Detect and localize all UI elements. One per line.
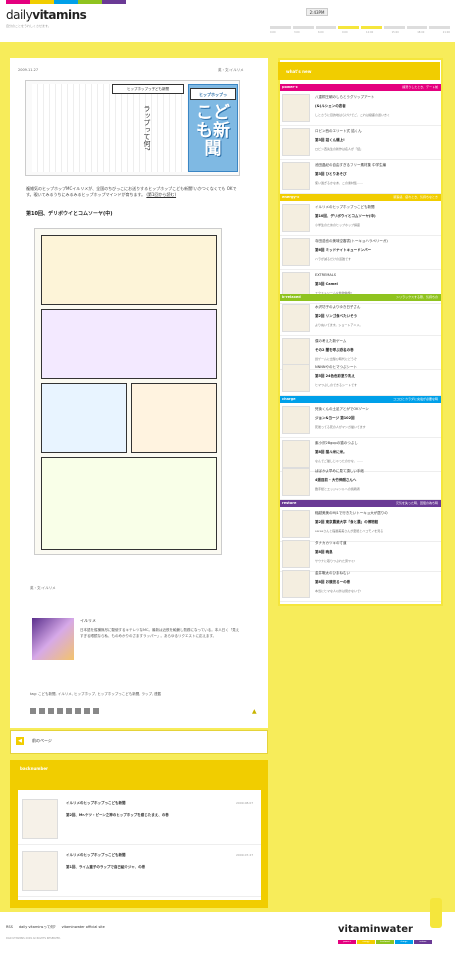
sidebar-item[interactable]: 死後くんの土足アとがでOKゾーン ジョン&ヨージ 第102回 死後ってる死の人がマン… <box>280 404 441 438</box>
copyright: DAILYVITAMINS 2009 All RIGHTS RESERVED. <box>6 937 61 940</box>
backnumber-date: 2009.07.27 <box>236 853 254 857</box>
flavor-strip: power-c energy b-relaxed charge restore <box>338 940 432 944</box>
backnumber-episode[interactable]: 第2回、Mr.ケツ・ピーン之神のヒップホップを感じたまえ、の巻 <box>66 813 169 818</box>
vitaminwater-logo[interactable]: vitaminwater <box>338 924 413 935</box>
backnumber-thumbnail[interactable] <box>22 851 58 891</box>
sidebar-item[interactable]: 稲越美美のMJ1で行きたいトーキョ大が居りの 第2回 東京農業大学「食と農」の博物… <box>280 508 441 542</box>
sidebar-item[interactable]: ばばかよ早めに見て頂しい手紙 4週目前 - 大竹伸朗さんへ 難手紙とエッジャンルへの… <box>280 466 441 500</box>
hero-badge: ヒップホップっ子ども新聞 <box>112 84 184 94</box>
backnumber-episode[interactable]: 第1回、ライム童子のラップで自己紹介ジャ、の巻 <box>66 865 145 870</box>
scroll-top-icon[interactable]: ▲ <box>252 708 257 715</box>
section-charge[interactable]: charge ココロとカラダに充電が必要な時 <box>280 396 441 403</box>
sidebar-item[interactable]: 八重桐王朝のしらとうグリップアート (&)ルシェンの恋者 しとさうに目的地はらけけで… <box>280 92 441 126</box>
backnumber-item[interactable]: イルリメのヒップホップっこども新聞 2009.07.27 第1回、ライム童子のラ… <box>18 845 261 897</box>
share-icon[interactable] <box>84 708 90 714</box>
section-b-relaxed[interactable]: b-relaxed ＞リラックスする際、気持ちの <box>280 294 441 301</box>
sidebar-item[interactable]: 寺田浩也の美味空審書(トーキョハラペリーガ) 第6回 ミッドナイトキュードンバーハ… <box>280 236 441 270</box>
newspaper-title: こども新聞 <box>196 103 230 159</box>
article-description: 複雑気のヒップホップMCイルリメが、全国のちびっこにお送りするヒップホップこども… <box>26 186 237 197</box>
share-icons[interactable] <box>30 708 99 714</box>
comic-strip <box>34 228 222 555</box>
hero-body-text <box>32 84 187 172</box>
sidebar-item[interactable]: タナカカツキの寸道 第8回 晩息 サウナに取りつぶれた男ヤミ! <box>280 538 441 572</box>
share-icon[interactable] <box>39 708 45 714</box>
prev-page-label[interactable]: 前のページ <box>32 738 52 744</box>
timeline[interactable]: 2:43PM 0:00 3:00 6:00 9:00 12:00 15:00 18:00 21… <box>270 8 450 36</box>
timeline-bars[interactable] <box>270 26 450 29</box>
episode-title: 第10回、デリボウイとコムソーヤ(中) <box>26 211 113 217</box>
official-site-link[interactable]: vitaminwater official site <box>62 925 105 930</box>
backnumber-series[interactable]: イルリメのヒップホップっこども新聞 <box>66 801 126 806</box>
sidebar-item[interactable]: イルリメのヒップホップっこども新聞 第10回、デリボウイとコムソーヤ(中) 小学生の… <box>280 202 441 236</box>
backnumber-date: 2009.08.07 <box>236 801 254 805</box>
chevron-left-icon[interactable]: ◀ <box>16 737 24 745</box>
author-bio: 日本語を縦横無尽に駆使するキテレツなMC。最新は近鉄を軸兼し勤務になっている。本… <box>80 628 240 638</box>
rss-link[interactable]: RSS <box>6 925 13 930</box>
sidebar-item[interactable]: 金井戦太のひまねむい 第8回 お競技るーの巻 本当にヒマな人以外は閉かないで! <box>280 568 441 602</box>
first-episode-link[interactable]: (第1回から読む) <box>146 192 176 197</box>
whats-new-title: what's new <box>286 69 312 74</box>
section-power-c[interactable]: power-c 練習りしたとき、デート前 <box>280 84 441 91</box>
byline-bottom: 英・文:イルリメ <box>30 586 56 590</box>
sidebar-item[interactable]: ロビン西のエリート式 詰くん 第3回 詰くん爆上! ロビン西先生の新作は名人が「詰」 <box>280 126 441 160</box>
timeline-ticks: 0:00 3:00 6:00 9:00 12:00 15:00 18:00 21:00 <box>270 31 450 34</box>
sidebar-item[interactable]: NNNNやのヒマつぶシート 第5回 24色色彩塗り乳え ヒマつぶしのできるシートです <box>280 362 441 396</box>
tag-list[interactable]: tag: こども新聞, イルリメ, ヒップホップ, ヒップホップっこども新聞, … <box>30 692 161 697</box>
bottle-icon <box>430 898 442 928</box>
share-icon[interactable] <box>75 708 81 714</box>
hero-question: ラップって何? <box>143 105 151 151</box>
share-icon[interactable] <box>66 708 72 714</box>
share-icon[interactable] <box>57 708 63 714</box>
newspaper-head: ヒップホップっ <box>190 88 236 100</box>
backnumber-series[interactable]: イルリメのヒップホップっこども新聞 <box>66 853 126 858</box>
section-energy-c[interactable]: energy-c 頑張感、疲れとき、気持ちなとき <box>280 194 441 201</box>
author-name: イルリメ <box>80 618 96 623</box>
brand-color-bar <box>6 0 126 4</box>
backnumber-thumbnail[interactable] <box>22 799 58 839</box>
section-restore[interactable]: restore 元気を失った時、回復の為ち時 <box>280 500 441 507</box>
share-icon[interactable] <box>93 708 99 714</box>
footer-links: RSS daily vitaminsって何? vitaminwater offi… <box>6 925 105 930</box>
backnumber-title: backnumber <box>20 766 49 771</box>
backnumber-item[interactable]: イルリメのヒップホップっこども新聞 2009.08.07 第2回、Mr.ケツ・ピ… <box>18 793 261 845</box>
byline-top: 英・文:イルリメ <box>218 68 244 72</box>
site-tagline: 自分のことをうれしくさせます。 <box>6 24 51 28</box>
site-logo[interactable]: dailyvitamins <box>6 8 87 22</box>
about-link[interactable]: daily vitaminsって何? <box>19 925 56 930</box>
sidebar-item[interactable]: 水沢坊子のよりゆき日子さん 第2回 リンゴ食べたいそう よりぬいてます。ショートアニ… <box>280 302 441 336</box>
share-icon[interactable] <box>30 708 36 714</box>
share-icon[interactable] <box>48 708 54 714</box>
sidebar-item[interactable]: 池田晶紀の自由すぎるフリー素材集 中学生編 第3回 ひとりあそび 使い過ぎるかなあ、… <box>280 160 441 194</box>
current-time: 2:43PM <box>306 8 328 16</box>
article-date: 2009.11.27 <box>18 68 39 72</box>
author-avatar <box>32 618 74 660</box>
